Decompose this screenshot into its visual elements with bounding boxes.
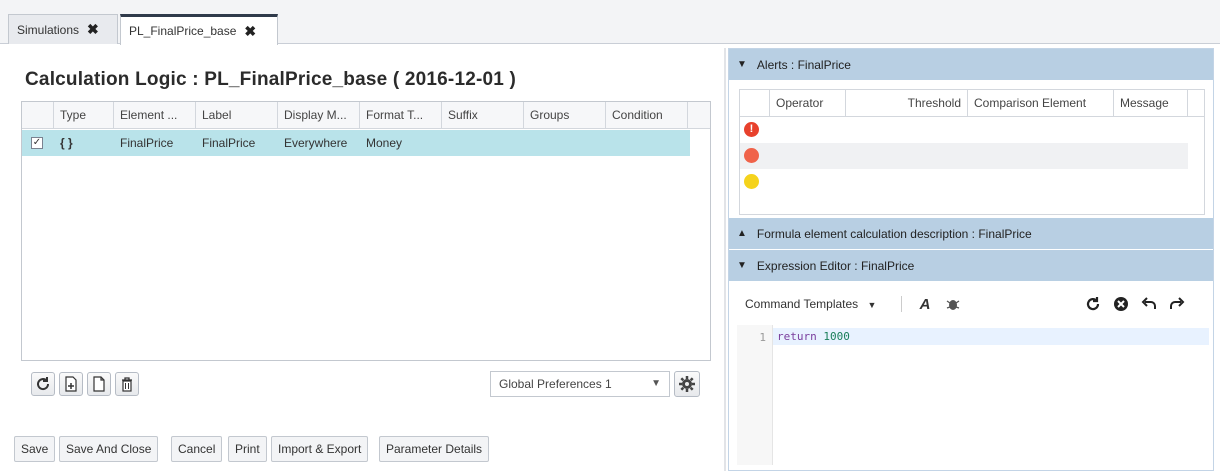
spellcheck-icon[interactable]: A — [915, 294, 935, 314]
bug-icon[interactable] — [943, 294, 963, 314]
alerts-icon-col — [740, 90, 770, 117]
cancel-button[interactable]: Cancel — [171, 436, 223, 462]
column-header[interactable]: Type — [54, 102, 114, 129]
row-checkbox[interactable]: ✓ — [31, 137, 43, 149]
line-number: 1 — [759, 331, 766, 344]
code-line[interactable]: return 1000 — [773, 328, 1209, 345]
command-templates-dropdown[interactable]: Command Templates ▼ — [737, 297, 876, 311]
copy-element-button[interactable] — [87, 372, 111, 396]
warning-alert-icon — [744, 174, 759, 189]
refresh-icon[interactable] — [1083, 294, 1103, 314]
column-header[interactable]: Suffix — [442, 102, 524, 129]
add-document-icon — [65, 376, 77, 392]
code-value: 1000 — [823, 330, 850, 343]
close-icon[interactable]: ✖ — [87, 21, 99, 38]
column-header[interactable]: Display M... — [278, 102, 360, 129]
alerts-header[interactable]: ▼ Alerts : FinalPrice — [729, 49, 1213, 80]
page-title: Calculation Logic : PL_FinalPrice_base (… — [25, 69, 517, 90]
panel-splitter[interactable] — [724, 48, 726, 471]
undo-icon[interactable] — [1139, 294, 1159, 314]
cell-display: Everywhere — [284, 136, 348, 150]
column-header[interactable]: Threshold — [846, 90, 968, 117]
chevron-up-icon: ▲ — [737, 228, 747, 239]
gear-icon — [679, 376, 695, 392]
trash-icon — [122, 377, 132, 392]
save-button[interactable]: Save — [14, 436, 56, 462]
delete-element-button[interactable] — [115, 372, 139, 396]
line-gutter: 1 — [737, 325, 773, 465]
critical-alert-icon: ! — [744, 122, 759, 137]
refresh-icon — [37, 377, 50, 391]
preferences-settings-button[interactable] — [674, 371, 700, 397]
column-header[interactable]: Message — [1114, 90, 1188, 117]
grid-header: Type Element ... Label Display M... Form… — [22, 102, 710, 129]
column-header[interactable]: Condition — [606, 102, 688, 129]
cell-label: FinalPrice — [202, 136, 256, 150]
tab-strip: Simulations ✖ PL_FinalPrice_base ✖ — [0, 0, 1220, 45]
add-element-button[interactable] — [59, 372, 83, 396]
tab-label: PL_FinalPrice_base — [129, 24, 237, 38]
close-icon[interactable]: ✖ — [244, 23, 256, 40]
refresh-button[interactable] — [31, 372, 55, 396]
formula-description-header[interactable]: ▲ Formula element calculation descriptio… — [729, 218, 1213, 249]
alert-row-warning[interactable] — [740, 169, 1188, 195]
import-export-button[interactable]: Import & Export — [271, 436, 369, 462]
column-header[interactable]: Groups — [524, 102, 606, 129]
command-templates-label: Command Templates — [745, 297, 859, 311]
cell-format: Money — [366, 136, 403, 150]
toolbar-divider — [901, 296, 902, 312]
type-icon: { } — [60, 136, 73, 150]
alerts-grid: Operator Threshold Comparison Element Me… — [739, 89, 1205, 215]
column-header[interactable]: Comparison Element — [968, 90, 1114, 117]
parameter-details-button[interactable]: Parameter Details — [379, 436, 490, 462]
table-row[interactable]: ✓ { } FinalPrice FinalPrice Everywhere M… — [22, 130, 690, 156]
caret-down-icon: ▼ — [867, 300, 877, 310]
tab-label: Simulations — [17, 22, 80, 37]
column-header[interactable]: Operator — [770, 90, 846, 117]
chevron-down-icon: ▼ — [737, 260, 747, 271]
print-button[interactable]: Print — [228, 436, 267, 462]
chevron-down-icon: ▼ — [737, 59, 747, 70]
alerts-grid-header: Operator Threshold Comparison Element Me… — [740, 90, 1204, 117]
tab-simulations[interactable]: Simulations ✖ — [8, 14, 118, 44]
cell-element: FinalPrice — [120, 136, 174, 150]
column-header[interactable]: Label — [196, 102, 278, 129]
alert-row-critical[interactable]: ! — [740, 117, 1188, 143]
expression-editor: Command Templates ▼ A 1 return 1000 — [737, 289, 1209, 467]
editor-toolbar: Command Templates ▼ A — [737, 289, 1209, 319]
redo-icon[interactable] — [1167, 294, 1187, 314]
column-header[interactable]: Element ... — [114, 102, 196, 129]
preferences-value: Global Preferences 1 — [499, 377, 612, 391]
calculation-grid: Type Element ... Label Display M... Form… — [21, 101, 711, 361]
alert-row-error[interactable] — [740, 143, 1188, 169]
error-alert-icon — [744, 148, 759, 163]
clear-icon[interactable] — [1111, 294, 1131, 314]
formula-title: Formula element calculation description … — [756, 226, 1032, 241]
tab-pl-finalprice-base[interactable]: PL_FinalPrice_base ✖ — [120, 14, 278, 45]
document-icon — [93, 376, 105, 392]
chevron-down-icon: ▼ — [651, 378, 661, 389]
alerts-title: Alerts : FinalPrice — [756, 57, 851, 72]
code-keyword: return — [777, 330, 817, 343]
preferences-select[interactable]: Global Preferences 1 ▼ — [490, 371, 670, 397]
code-editor[interactable]: 1 return 1000 — [737, 325, 1209, 465]
expression-title: Expression Editor : FinalPrice — [756, 258, 915, 273]
header-checkbox-col — [22, 102, 54, 129]
save-and-close-button[interactable]: Save And Close — [59, 436, 159, 462]
right-panel: ▼ Alerts : FinalPrice Operator Threshold… — [728, 48, 1214, 471]
column-header[interactable]: Format T... — [360, 102, 442, 129]
expression-editor-header[interactable]: ▼ Expression Editor : FinalPrice — [729, 250, 1213, 281]
